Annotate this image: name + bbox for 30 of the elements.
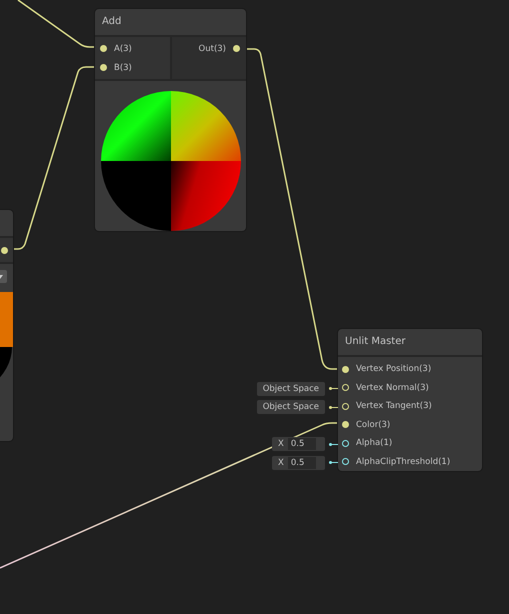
space-field[interactable]: Object Space: [256, 400, 325, 414]
space-field[interactable]: Object Space: [256, 382, 325, 396]
port-icon[interactable]: [342, 421, 349, 428]
port-icon[interactable]: [342, 458, 349, 466]
port-icon[interactable]: [100, 64, 107, 71]
node-panel[interactable]: Unlit Master Vertex Position(3) Vertex Normal(3) Vertex Tangent(3) Color(3) Alpha(1) AlphaClipThreshold(1): [338, 329, 482, 471]
port-icon[interactable]: [1, 246, 8, 254]
port-label: Vertex Position(3): [356, 364, 432, 374]
port-icon[interactable]: [342, 440, 349, 447]
space-label: Object Space: [262, 384, 319, 394]
port-label: A(3): [114, 44, 132, 54]
port-label: AlphaClipThreshold(1): [356, 456, 450, 467]
port-icon[interactable]: [342, 384, 349, 392]
axis-label: X: [278, 439, 284, 450]
port-icon[interactable]: [342, 366, 349, 373]
port-label: B(3): [114, 62, 132, 72]
value-field[interactable]: 0.5: [288, 438, 316, 450]
port-icon[interactable]: [100, 45, 107, 52]
port-label: Alpha(1): [356, 438, 392, 448]
port-icon[interactable]: [233, 45, 240, 52]
node-panel[interactable]: Add A(3) B(3) Out(3): [95, 9, 246, 231]
port-label: Vertex Normal(3): [356, 382, 429, 393]
port-label: Vertex Tangent(3): [356, 401, 432, 412]
axis-label: X: [278, 458, 284, 468]
port-icon[interactable]: [342, 402, 349, 410]
port-label: Color(3): [356, 420, 390, 430]
port-label: Out(3): [198, 44, 226, 54]
node-title: Unlit Master: [338, 329, 482, 357]
value-field[interactable]: 0.5: [288, 456, 316, 469]
space-label: Object Space: [262, 402, 319, 412]
